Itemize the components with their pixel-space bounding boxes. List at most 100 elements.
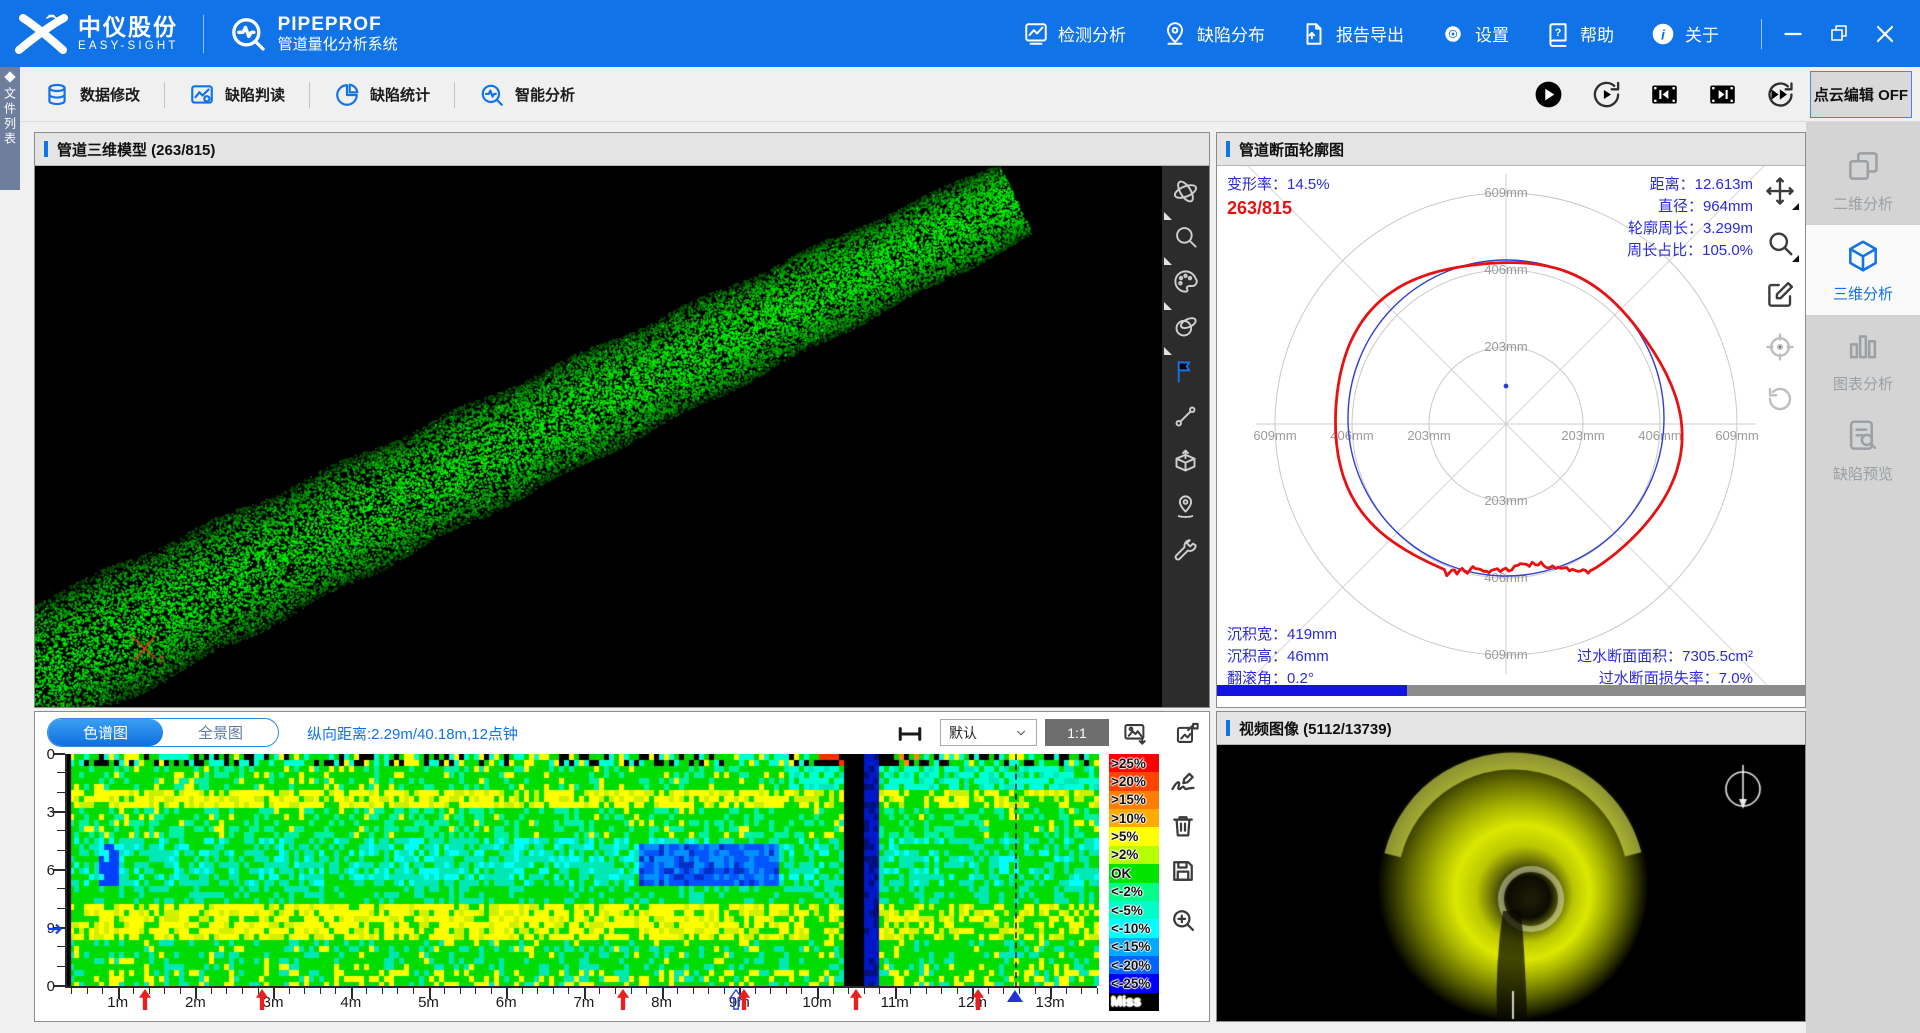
header-marker [44, 141, 48, 157]
toolbar-smart-analysis-button[interactable]: 智能分析 [471, 82, 583, 108]
3d-tool-locate-pin-button[interactable] [1172, 493, 1199, 520]
tab-panorama[interactable]: 全景图 [163, 719, 278, 746]
image-export-button[interactable] [1174, 720, 1201, 747]
frame-prev-icon [1649, 79, 1680, 110]
playback-replay-button[interactable] [1591, 79, 1622, 110]
red-defect-marker[interactable] [137, 989, 153, 1015]
flyout-indicator [1164, 347, 1172, 355]
restore-button[interactable] [1822, 17, 1856, 51]
frame-progress-bar[interactable] [1217, 685, 1805, 696]
red-defect-marker[interactable] [848, 989, 864, 1015]
magnifier-icon [1765, 228, 1795, 258]
map-pin-icon [1162, 21, 1188, 47]
playback-play-button[interactable] [1533, 79, 1564, 110]
minimize-button[interactable] [1776, 17, 1810, 51]
menu-settings[interactable]: 设置 [1440, 21, 1509, 47]
toolbar: 数据修改 缺陷判读 缺陷统计 智能分析 点云编辑 OFF [0, 67, 1920, 122]
x-axis-line [67, 986, 1097, 988]
y-tick-label: 6 [35, 862, 55, 879]
legend-<-5%: <-5% [1109, 901, 1159, 919]
toolbar-data-edit-button[interactable]: 数据修改 [36, 82, 148, 108]
panel-cross-section: 管道断面轮廓图 203mm203mm203mm203mm406mm406mm40… [1216, 132, 1806, 708]
preset-select[interactable]: 默认 [940, 719, 1037, 746]
spectrum-trash-button[interactable] [1169, 812, 1197, 840]
image-save-button[interactable] [1122, 720, 1149, 747]
playback-ffwd-button[interactable] [1765, 79, 1796, 110]
playback-frame-next-button[interactable] [1707, 79, 1738, 110]
cross-tool-rotate-ccw-button[interactable] [1765, 384, 1795, 414]
y-tick [57, 792, 65, 793]
width-ruler-icon [897, 721, 923, 747]
pointcloud-3d-view[interactable] [35, 166, 1162, 707]
toolbar-defect-stats-button[interactable]: 缺陷统计 [326, 82, 438, 108]
sidebar-item-analysis-2d[interactable]: 二维分析 [1806, 135, 1920, 225]
spectrum-heatmap[interactable] [67, 754, 1099, 986]
defect-image-icon [189, 82, 215, 108]
3d-tool-measure-button[interactable] [1172, 403, 1199, 430]
toolbar-defect-reading-button[interactable]: 缺陷判读 [181, 82, 293, 108]
cross-tool-target-button[interactable] [1765, 332, 1795, 362]
red-defect-marker[interactable] [970, 989, 986, 1015]
sidebar-item-analysis-3d[interactable]: 三维分析 [1806, 225, 1920, 315]
spectrum-pen-sign-button[interactable] [1169, 768, 1197, 796]
menu-about[interactable]: i关于 [1650, 21, 1719, 47]
chart-line-icon [1023, 21, 1049, 47]
legend->15%: >15% [1109, 791, 1159, 809]
3d-tool-render-sphere-button[interactable] [1172, 313, 1199, 340]
x-tick [1081, 988, 1082, 994]
3d-tool-palette-button[interactable] [1172, 268, 1199, 295]
3d-tool-orbit-button[interactable] [1172, 178, 1199, 205]
cross-section-plot[interactable]: 203mm203mm203mm203mm406mm406mm406mm406mm… [1217, 166, 1805, 696]
pipeprof-app: { "titlebar": { "brand_cn": "中仪股份", "bra… [0, 0, 1920, 1033]
x-tick [87, 988, 88, 994]
menu-detect-analysis[interactable]: 检测分析 [1023, 21, 1126, 47]
red-defect-marker[interactable] [615, 989, 631, 1015]
file-list-tab[interactable]: 文件列表 [0, 67, 20, 190]
trash-icon [1169, 812, 1197, 840]
cross-tool-edit-box-button[interactable] [1765, 280, 1795, 310]
tab-spectrum[interactable]: 色谱图 [48, 719, 163, 746]
database-icon [44, 82, 70, 108]
width-ruler-button[interactable] [897, 721, 923, 747]
x-tick [397, 988, 398, 994]
pipe-video-frame[interactable] [1217, 745, 1805, 1021]
spectrum-save-disk-button[interactable] [1169, 857, 1197, 885]
spectrum-zoom-plus-button[interactable] [1169, 906, 1197, 934]
x-tick [926, 988, 927, 994]
playback-frame-prev-button[interactable] [1649, 79, 1680, 110]
3d-tool-box-export-button[interactable] [1172, 448, 1199, 475]
spectrum-tabs: 色谱图全景图 [47, 718, 279, 747]
3d-toolbar [1162, 166, 1209, 707]
x-tick-label: 7m [573, 994, 594, 1011]
x-tick-label: 10m [802, 994, 831, 1011]
cursor-position-line[interactable] [1015, 754, 1017, 988]
menu-help[interactable]: ?帮助 [1545, 21, 1614, 47]
titlebar: 中仪股份 EASY-SIGHT PIPEPROF 管道量化分析系统 检测分析缺陷… [0, 0, 1920, 67]
brand-divider [203, 15, 204, 53]
video-content[interactable] [1217, 745, 1805, 1021]
x-tick [102, 988, 103, 994]
sidebar-item-defect-preview[interactable]: 缺陷预览 [1806, 405, 1920, 495]
position-triangle-marker[interactable] [1007, 989, 1023, 1007]
x-tick-label: 5m [418, 994, 439, 1011]
3d-tool-flag-button[interactable] [1172, 358, 1199, 385]
scale-1-1-button[interactable]: 1:1 [1045, 719, 1109, 746]
red-defect-marker[interactable] [254, 989, 270, 1015]
red-defect-marker[interactable] [736, 989, 752, 1015]
3d-tool-wrench-button[interactable] [1172, 538, 1199, 565]
palette-icon [1172, 268, 1199, 295]
x-tick [988, 988, 989, 994]
locate-pin-icon [1172, 493, 1199, 520]
3d-tool-magnifier-button[interactable] [1172, 223, 1199, 250]
panel-3d-content[interactable] [35, 166, 1209, 707]
menu-report-export[interactable]: 报告导出 [1301, 21, 1404, 47]
file-list-label: 文件列表 [2, 87, 19, 147]
close-button[interactable] [1868, 17, 1902, 51]
pointcloud-edit-toggle[interactable]: 点云编辑 OFF [1810, 71, 1912, 118]
menu-defect-distribution[interactable]: 缺陷分布 [1162, 21, 1265, 47]
cross-tool-magnifier-button[interactable] [1765, 228, 1795, 258]
cross-tool-move-button[interactable] [1765, 176, 1795, 206]
sidebar-item-analysis-chart[interactable]: 图表分析 [1806, 315, 1920, 405]
panel-spectrum: 色谱图全景图 纵向距离:2.29m/40.18m,12点钟 默认 1:1 036… [34, 711, 1210, 1022]
x-tick [226, 988, 227, 994]
